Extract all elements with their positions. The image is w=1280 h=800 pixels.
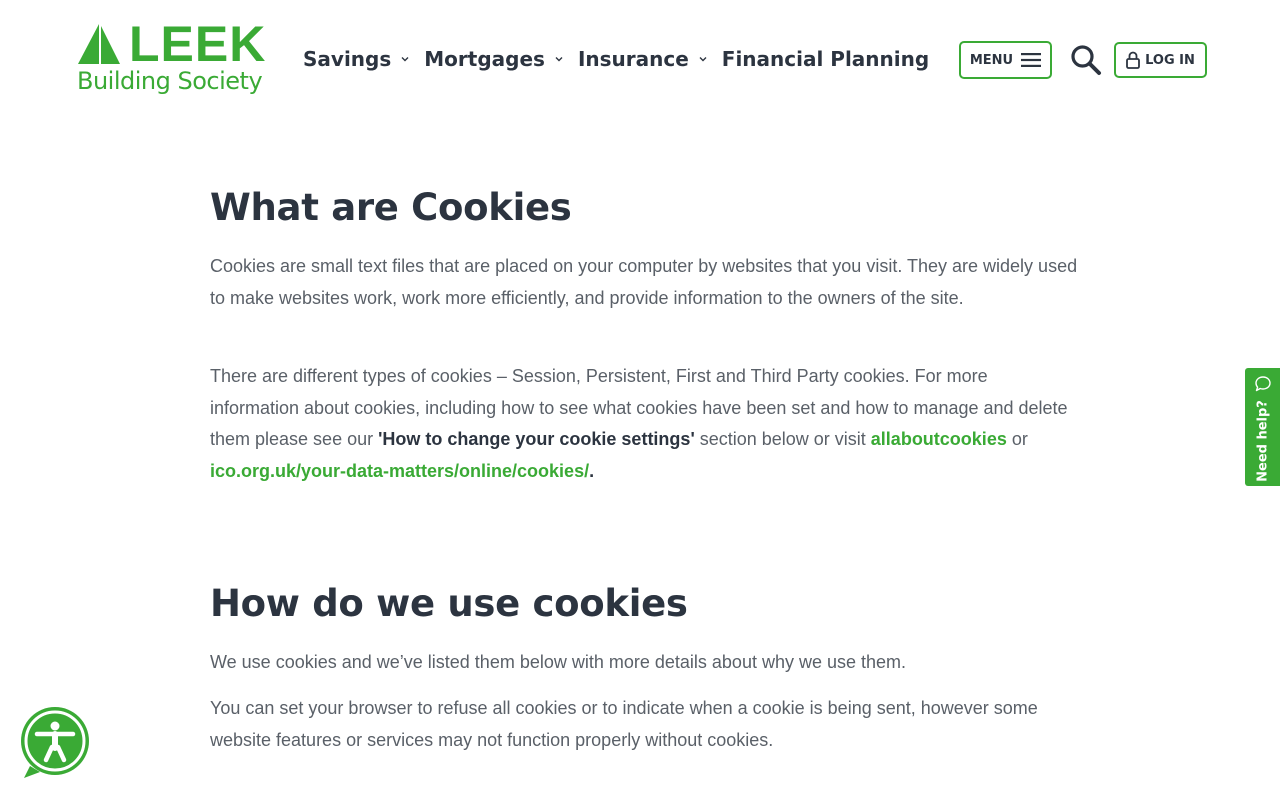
site-header: LEEK Building Society Savings Mortgages … [0,0,1280,120]
menu-button-label: MENU [969,52,1014,68]
paragraph-text: section below or visit [694,429,871,449]
menu-button[interactable]: MENU [959,41,1052,79]
accessibility-icon [21,707,89,778]
allaboutcookies-link[interactable]: allaboutcookies [871,429,1007,449]
hamburger-icon [1021,53,1042,67]
lock-icon [1126,51,1140,69]
search-button[interactable] [1069,43,1103,77]
nav-item-label: Insurance [577,47,689,71]
nav-item-label: Mortgages [424,47,545,71]
chevron-down-icon [555,57,563,62]
need-help-tab[interactable]: Need help? [1245,368,1280,486]
chat-bubble-icon [1255,376,1271,392]
search-icon [1071,45,1101,75]
need-help-label: Need help? [1255,400,1270,482]
login-button-label: LOG IN [1145,52,1195,68]
cookie-settings-emphasis: 'How to change your cookie settings' [378,429,695,449]
section-title: How do we use cookies [210,582,688,625]
leaf-logo-icon [78,24,120,64]
ico-cookies-link[interactable]: ico.org.uk/your-data-matters/online/cook… [210,461,589,481]
paragraph-text: or [1006,429,1028,449]
accessibility-button[interactable] [20,706,92,780]
logo-subtitle: Building Society [77,67,263,95]
nav-item-label: Savings [303,47,392,71]
leek-logo[interactable]: LEEK Building Society [77,18,272,100]
nav-item-label: Financial Planning [721,47,930,71]
nav-item-savings[interactable]: Savings [303,47,410,71]
paragraph-text: . [589,460,595,481]
login-button[interactable]: LOG IN [1114,42,1207,78]
paragraph: You can set your browser to refuse all c… [210,698,1038,750]
chevron-down-icon [401,57,409,62]
logo-wordmark: LEEK [129,16,267,72]
paragraph: We use cookies and we’ve listed them bel… [210,652,907,672]
chevron-down-icon [699,57,707,62]
paragraph: Cookies are small text files that are pl… [210,256,1078,308]
nav-item-financial-planning[interactable]: Financial Planning [722,47,929,71]
nav-item-mortgages[interactable]: Mortgages [424,47,564,71]
main-nav: Savings Mortgages Insurance Financial Pl… [303,44,943,74]
paragraph: There are different types of cookies – S… [210,361,1080,487]
section-title: What are Cookies [210,186,572,229]
nav-item-insurance[interactable]: Insurance [578,47,708,71]
